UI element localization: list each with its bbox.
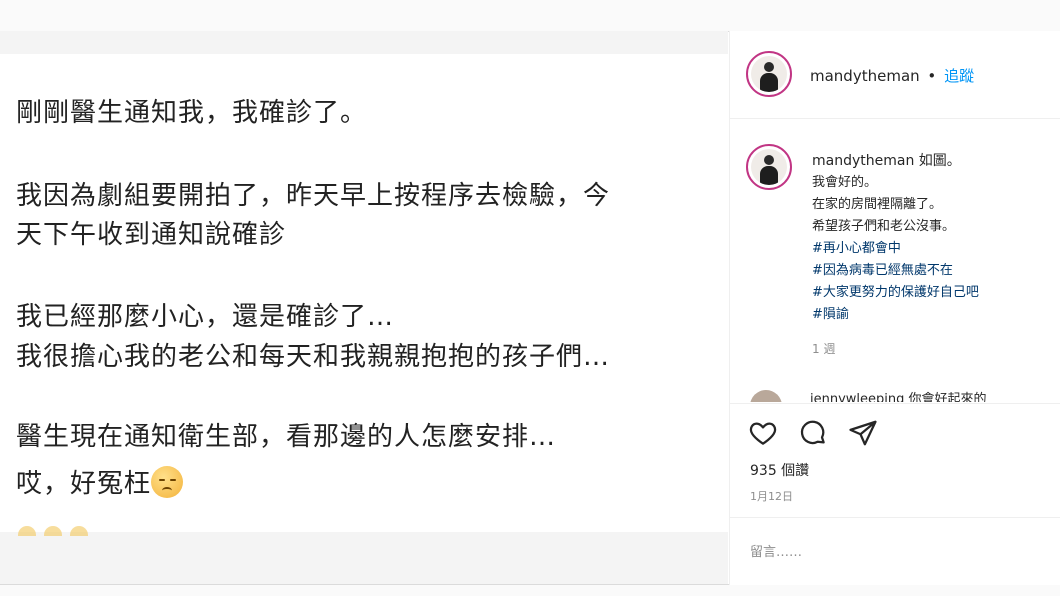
caption-area: mandytheman 如圖。 我會好的。 在家的房間裡隔離了。 希望孩子們和老… bbox=[730, 120, 1060, 404]
image-text-line: 天下午收到通知說確診 bbox=[16, 220, 287, 250]
disappointed-face-emoji-icon bbox=[151, 466, 184, 498]
cropped-emoji-row bbox=[18, 526, 98, 536]
caption-line: 我會好的。 bbox=[812, 175, 878, 190]
comment-form bbox=[730, 517, 1060, 585]
caption-header: mandytheman 如圖。 bbox=[812, 150, 961, 172]
hashtag-link[interactable]: #再小心都會中 bbox=[812, 238, 979, 260]
post-header: mandytheman • 追蹤 bbox=[730, 31, 1060, 119]
profile-photo bbox=[751, 56, 787, 92]
post-date[interactable]: 1月12日 bbox=[750, 488, 793, 504]
caption-timestamp[interactable]: 1 週 bbox=[812, 340, 835, 357]
separator-dot: • bbox=[927, 67, 937, 85]
hashtag-link[interactable]: #隕諭 bbox=[812, 304, 979, 326]
avatar[interactable] bbox=[746, 51, 792, 97]
caption-first-line: 如圖。 bbox=[918, 153, 961, 169]
image-text-line: 醫生現在通知衛生部，看那邊的人怎麼安排… bbox=[16, 422, 557, 452]
caption-line: 希望孩子們和老公沒事。 bbox=[812, 219, 956, 234]
follow-button[interactable]: 追蹤 bbox=[944, 67, 974, 85]
image-text-line: 哎，好冤枉 bbox=[16, 469, 152, 499]
header-user-line: mandytheman • 追蹤 bbox=[810, 65, 974, 86]
comment-bubble-icon[interactable] bbox=[798, 418, 828, 448]
hashtag-link[interactable]: #大家更努力的保護好自己吧 bbox=[812, 282, 979, 304]
comment-text: jennywleeping 你會好起來的 bbox=[810, 392, 987, 402]
caption-username-link[interactable]: mandytheman bbox=[812, 153, 914, 169]
image-text-line: 剛剛醫生通知我，我確診了。 bbox=[16, 98, 368, 128]
photo-bottom-margin bbox=[0, 532, 728, 584]
post-image[interactable]: 剛剛醫生通知我，我確診了。 我因為劇組要開拍了，昨天早上按程序去檢驗，今 天下午… bbox=[0, 54, 728, 534]
commenter-avatar bbox=[750, 390, 782, 402]
post-sidebar: mandytheman • 追蹤 mandytheman 如圖。 我會好的。 在… bbox=[729, 31, 1060, 585]
profile-photo bbox=[751, 149, 787, 185]
paper-plane-icon[interactable] bbox=[848, 418, 878, 448]
image-text-line: 我很擔心我的老公和每天和我親親抱抱的孩子們… bbox=[16, 342, 611, 372]
likes-count[interactable]: 935 個讚 bbox=[750, 460, 809, 480]
username-link[interactable]: mandytheman bbox=[810, 67, 920, 85]
image-text-line-with-emoji: 哎，好冤枉 bbox=[16, 466, 184, 501]
image-text-line: 我因為劇組要開拍了，昨天早上按程序去檢驗，今 bbox=[16, 181, 611, 211]
caption-text: 我會好的。 在家的房間裡隔離了。 希望孩子們和老公沒事。 #再小心都會中 #因為… bbox=[812, 172, 979, 326]
hashtag-link[interactable]: #因為病毒已經無處不在 bbox=[812, 260, 979, 282]
caption-avatar[interactable] bbox=[746, 144, 792, 190]
heart-icon[interactable] bbox=[748, 418, 778, 448]
instagram-post-page: 剛剛醫生通知我，我確診了。 我因為劇組要開拍了，昨天早上按程序去檢驗，今 天下午… bbox=[0, 0, 1060, 596]
next-comment-cropped[interactable]: jennywleeping 你會好起來的 bbox=[750, 390, 1050, 402]
comment-input[interactable] bbox=[750, 538, 1040, 566]
caption-line: 在家的房間裡隔離了。 bbox=[812, 197, 943, 212]
image-text-line: 我已經那麼小心，還是確診了… bbox=[16, 302, 395, 332]
